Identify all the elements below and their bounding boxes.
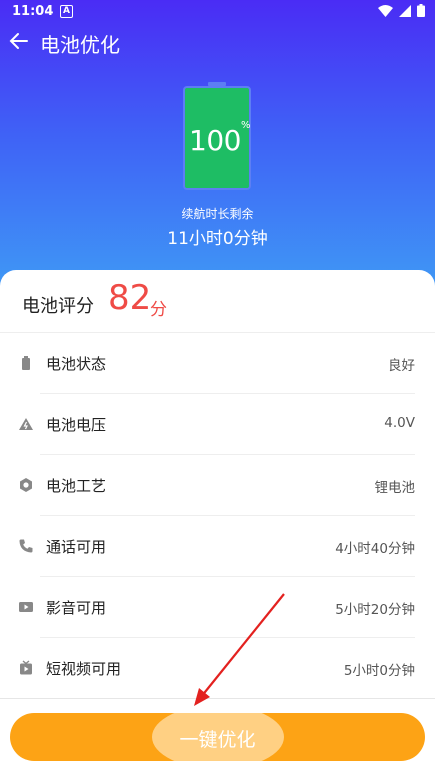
item-value: 良好 bbox=[388, 358, 415, 374]
page-title: 电池优化 bbox=[40, 33, 120, 57]
score-row: 电池评分 82 分 bbox=[0, 270, 435, 333]
item-value: 5小时20分钟 bbox=[335, 602, 415, 618]
app-bar: 电池优化 bbox=[0, 26, 435, 60]
status-bar: 11:04 A bbox=[0, 0, 435, 24]
remaining-value: 11小时0分钟 bbox=[167, 229, 268, 249]
item-label: 短视频可用 bbox=[46, 660, 122, 678]
optimize-button-label: 一键优化 bbox=[179, 729, 256, 751]
process-icon bbox=[20, 478, 32, 492]
percent-unit: % bbox=[240, 120, 251, 131]
remaining-label: 续航时长剩余 bbox=[181, 207, 254, 221]
score-label: 电池评分 bbox=[22, 296, 94, 317]
optimize-button[interactable]: 一键优化 bbox=[10, 713, 425, 761]
battery-status-icon bbox=[22, 356, 30, 370]
list-item-call: 通话可用 4小时40分钟 bbox=[0, 516, 435, 577]
signal-icon bbox=[399, 4, 411, 17]
back-arrow-icon[interactable] bbox=[6, 28, 32, 54]
video-icon bbox=[19, 602, 33, 612]
list-item-status: 电池状态 良好 bbox=[0, 333, 435, 394]
item-value: 5小时0分钟 bbox=[343, 663, 415, 679]
battery-body: 100% bbox=[183, 86, 251, 190]
system-icons bbox=[378, 4, 425, 17]
list-item-short-video: 短视频可用 5小时0分钟 bbox=[0, 638, 435, 699]
list-item-media: 影音可用 5小时20分钟 bbox=[0, 577, 435, 638]
bottom-divider bbox=[0, 698, 435, 699]
item-label: 影音可用 bbox=[46, 599, 107, 617]
item-value: 4.0V bbox=[384, 415, 415, 431]
score-unit: 分 bbox=[150, 300, 167, 320]
list-item-voltage: 电池电压 4.0V bbox=[0, 394, 435, 455]
status-time: 11:04 bbox=[12, 4, 54, 19]
score-value: 82 bbox=[108, 278, 152, 318]
battery-percent: 100% bbox=[189, 120, 250, 157]
item-value: 4小时40分钟 bbox=[335, 541, 415, 557]
voltage-icon bbox=[19, 418, 33, 430]
item-label: 通话可用 bbox=[46, 538, 107, 556]
battery-graphic: 100% bbox=[183, 82, 251, 192]
item-label: 电池状态 bbox=[46, 355, 107, 373]
short-video-icon bbox=[20, 660, 32, 675]
list-item-process: 电池工艺 锂电池 bbox=[0, 455, 435, 516]
item-value: 锂电池 bbox=[374, 480, 416, 496]
item-label: 电池电压 bbox=[46, 416, 107, 434]
notification-a-icon: A bbox=[60, 5, 73, 18]
battery-icon bbox=[417, 4, 425, 17]
item-label: 电池工艺 bbox=[46, 477, 107, 495]
phone-icon bbox=[19, 539, 33, 553]
wifi-icon bbox=[378, 4, 393, 17]
